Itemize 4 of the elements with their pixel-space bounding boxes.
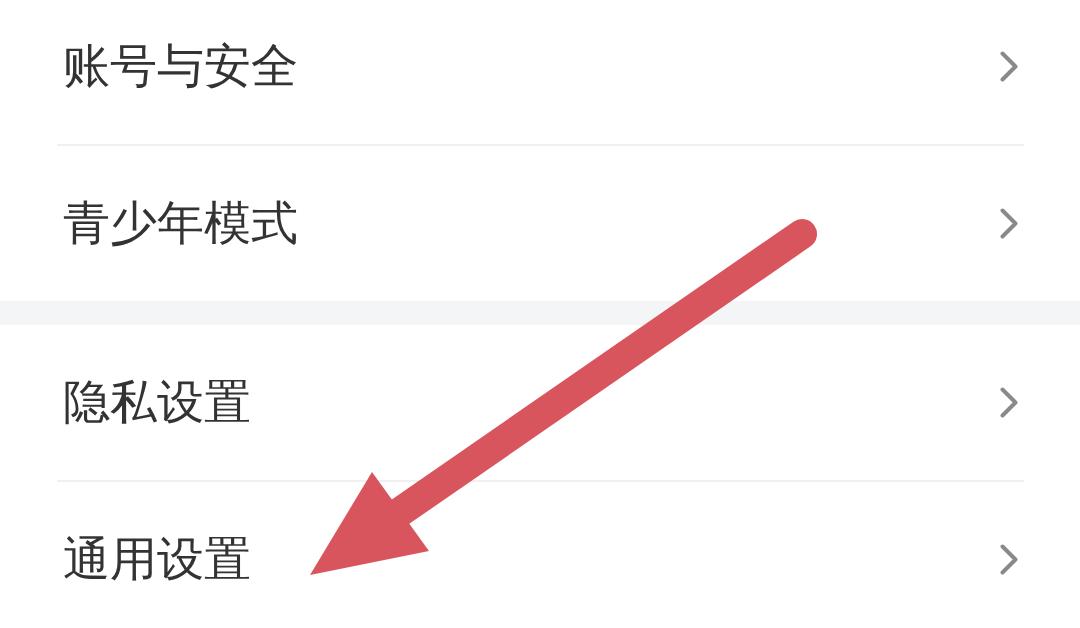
- chevron-right-icon: [1000, 387, 1018, 418]
- chevron-right-icon: [1000, 208, 1018, 239]
- chevron-right-icon: [1000, 544, 1018, 575]
- chevron-right-icon: [1000, 51, 1018, 82]
